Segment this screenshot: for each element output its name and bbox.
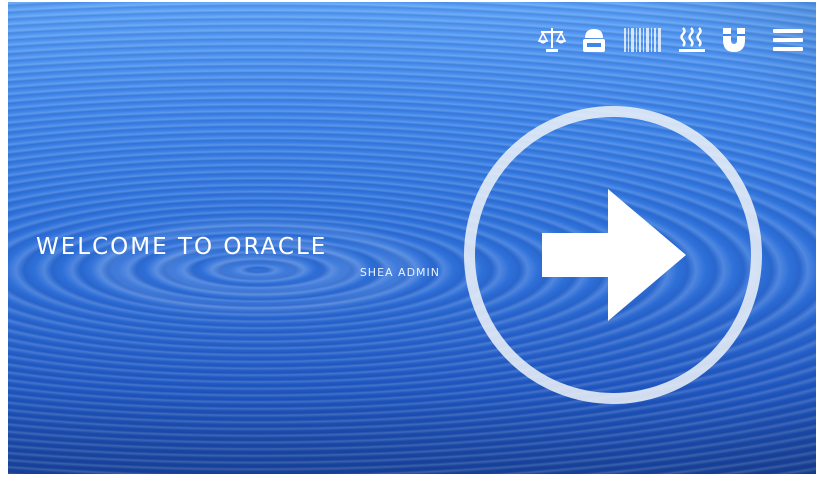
magnet-icon [723,28,745,52]
menu-icon [773,29,803,51]
heating-icon [679,27,705,52]
arrow-right-icon [542,189,686,321]
barcode-icon [624,28,661,52]
welcome-title: WELCOME TO ORACLE [36,234,328,260]
scale-button[interactable] [536,24,568,56]
menu-button[interactable] [768,24,808,56]
magnet-button[interactable] [718,24,750,56]
top-toolbar [536,18,808,62]
printer-icon [583,29,605,52]
scale-icon [537,28,567,52]
enter-button[interactable] [464,106,762,404]
welcome-screen: WELCOME TO ORACLE SHEA ADMIN [8,2,816,474]
user-name: SHEA ADMIN [359,266,440,279]
barcode-button[interactable] [620,24,666,56]
printer-button[interactable] [578,24,610,56]
heating-button[interactable] [676,24,708,56]
welcome-block: WELCOME TO ORACLE SHEA ADMIN [36,233,440,282]
